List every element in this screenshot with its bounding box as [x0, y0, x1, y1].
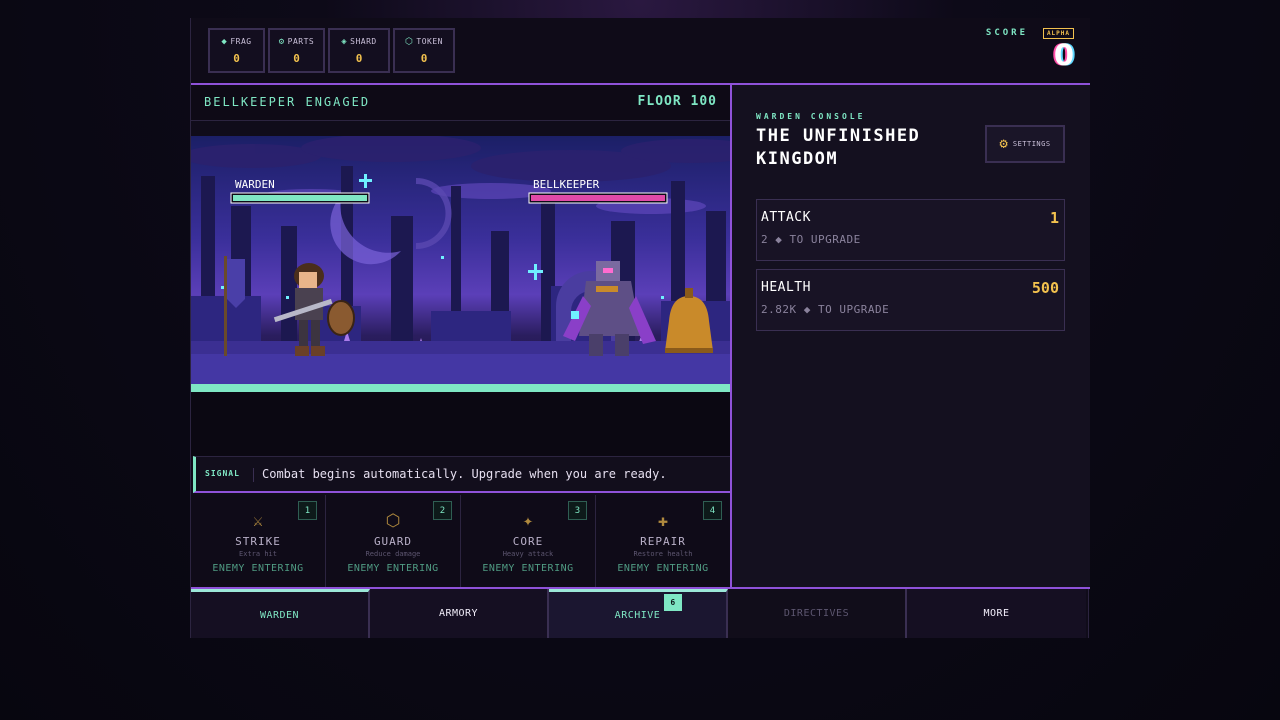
game-frame: ◆ FRAG 0 ⚙ PARTS 0 ◈ SHARD 0 ⬡ TOKEN 0 SCORE…: [190, 18, 1090, 638]
console-label: WARDEN CONSOLE: [756, 112, 866, 121]
skill-state: ENEMY ENTERING: [482, 563, 574, 574]
encounter-bar: BELLKEEPER ENGAGED FLOOR 100: [191, 85, 730, 121]
skill-state: ENEMY ENTERING: [617, 563, 709, 574]
skill-repair[interactable]: ✚ REPAIR Restore health ENEMY ENTERING 4: [596, 495, 730, 587]
battle-panel: BELLKEEPER ENGAGED FLOOR 100 WARDEN BELL…: [191, 85, 732, 587]
signal-divider: [253, 468, 254, 482]
skill-description: Restore health: [633, 550, 693, 558]
resource-row: ◆ FRAG 0 ⚙ PARTS 0 ◈ SHARD 0 ⬡ TOKEN 0: [208, 28, 455, 73]
resource-value: 0: [420, 51, 428, 65]
resource-value: 0: [233, 51, 240, 65]
skill-state: ENEMY ENTERING: [347, 563, 439, 574]
console-panel: WARDEN CONSOLE THE UNFINISHED KINGDOM ⚙ …: [732, 85, 1090, 587]
score-label: SCORE: [985, 28, 1028, 38]
skill-name: REPAIR: [640, 535, 686, 548]
resource-token: ⬡ TOKEN 0: [393, 28, 455, 73]
nav-label: ARMORY: [438, 608, 479, 619]
resource-label: SHARD: [350, 37, 377, 46]
resource-parts: ⚙ PARTS 0: [268, 28, 325, 73]
skill-description: Extra hit: [239, 550, 277, 558]
score-value: 0: [1053, 38, 1074, 72]
gear-icon: ⚙: [278, 36, 285, 47]
skill-hotkey: 3: [568, 501, 587, 520]
stat-name: HEALTH: [761, 280, 811, 295]
signal-bar: SIGNAL Combat begins automatically. Upgr…: [193, 456, 730, 493]
resource-label: PARTS: [287, 37, 315, 46]
stat-name: ATTACK: [761, 210, 811, 225]
nav-label: MORE: [983, 608, 1010, 619]
nav-warden[interactable]: WARDEN: [191, 589, 370, 638]
resource-label: TOKEN: [416, 37, 443, 46]
signal-label: SIGNAL: [205, 469, 240, 478]
skill-state: ENEMY ENTERING: [212, 563, 304, 574]
token-icon: ⬡: [405, 36, 414, 47]
diamond-icon: ◆: [221, 36, 228, 47]
battle-scene-art: WARDEN BELLKEEPER: [191, 136, 730, 392]
shard-icon: ◈: [341, 36, 348, 47]
skill-strike[interactable]: ⚔ STRIKE Extra hit ENEMY ENTERING 1: [191, 495, 326, 587]
notification-badge: 6: [664, 594, 682, 611]
nav-label: WARDEN: [259, 609, 300, 621]
top-bar: ◆ FRAG 0 ⚙ PARTS 0 ◈ SHARD 0 ⬡ TOKEN 0 SCORE…: [191, 18, 1090, 85]
shield-icon: ⬡: [385, 511, 401, 531]
bellkeeper-name: BELLKEEPER: [533, 178, 600, 191]
nav-label: DIRECTIVES: [783, 608, 850, 619]
skill-description: Reduce damage: [365, 550, 421, 558]
swords-icon: ⚔: [252, 511, 264, 531]
signal-message: Combat begins automatically. Upgrade whe…: [262, 467, 667, 481]
floor-indicator: FLOOR 100: [637, 94, 717, 109]
settings-label: SETTINGS: [1012, 140, 1051, 148]
resource-value: 0: [293, 51, 300, 65]
nav-armory[interactable]: ARMORY: [370, 589, 549, 638]
nav-more[interactable]: MORE: [907, 589, 1086, 638]
kingdom-title: THE UNFINISHED KINGDOM: [756, 126, 921, 169]
battle-scene: WARDEN BELLKEEPER: [191, 136, 730, 392]
nav-label: ARCHIVE: [614, 609, 661, 621]
resource-frag: ◆ FRAG 0: [208, 28, 265, 73]
warden-hp-fill: [233, 195, 367, 201]
warden-name: WARDEN: [235, 178, 275, 191]
stat-health[interactable]: HEALTH 500 2.82K ◆ TO UPGRADE: [756, 269, 1065, 331]
skill-name: GUARD: [373, 535, 413, 548]
skill-hotkey: 1: [298, 501, 317, 520]
resource-value: 0: [355, 51, 363, 65]
stat-upgrade-cost: 2 ◆ TO UPGRADE: [761, 233, 861, 246]
gear-icon: ⚙: [999, 136, 1008, 152]
skill-hotkey: 4: [703, 501, 722, 520]
stat-value: 500: [1031, 279, 1059, 297]
resource-shard: ◈ SHARD 0: [328, 28, 390, 73]
nav-directives[interactable]: DIRECTIVES: [728, 589, 907, 638]
skill-name: STRIKE: [235, 535, 281, 548]
resource-label: FRAG: [230, 37, 252, 46]
skill-core[interactable]: ✦ CORE Heavy attack ENEMY ENTERING 3: [461, 495, 596, 587]
skill-name: CORE: [512, 535, 544, 548]
bottom-nav: WARDEN ARMORY ARCHIVE 6 DIRECTIVES MORE: [191, 587, 1090, 638]
skill-description: Heavy attack: [502, 550, 554, 558]
skill-hotkey: 2: [433, 501, 452, 520]
skill-bar: ⚔ STRIKE Extra hit ENEMY ENTERING 1 ⬡ GU…: [191, 495, 730, 587]
settings-button[interactable]: ⚙ SETTINGS: [985, 125, 1065, 163]
stat-attack[interactable]: ATTACK 1 2 ◆ TO UPGRADE: [756, 199, 1065, 261]
skill-guard[interactable]: ⬡ GUARD Reduce damage ENEMY ENTERING 2: [326, 495, 461, 587]
stat-upgrade-cost: 2.82K ◆ TO UPGRADE: [761, 303, 890, 316]
cross-icon: ✚: [657, 511, 669, 531]
star-icon: ✦: [522, 511, 534, 531]
bellkeeper-hp-fill: [531, 195, 665, 201]
stat-value: 1: [1049, 209, 1059, 227]
encounter-title: BELLKEEPER ENGAGED: [204, 95, 371, 109]
scene-footer: [191, 392, 730, 456]
nav-archive[interactable]: ARCHIVE 6: [549, 589, 728, 638]
